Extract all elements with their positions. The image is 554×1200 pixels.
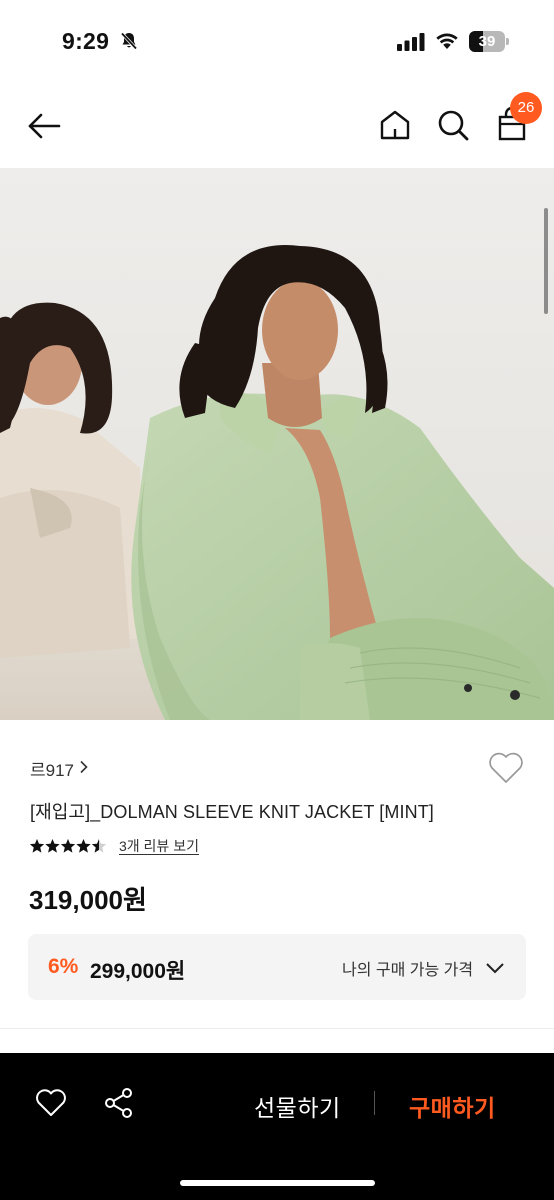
cart-count-badge: 26 bbox=[510, 92, 542, 124]
chevron-down-icon bbox=[486, 963, 504, 974]
status-bar: 9:29 39 bbox=[0, 0, 554, 84]
product-title: [재입고]_DOLMAN SLEEVE KNIT JACKET [MINT] bbox=[30, 802, 434, 822]
product-photo bbox=[0, 168, 554, 720]
heart-icon[interactable] bbox=[35, 1089, 67, 1122]
battery-percent: 39 bbox=[478, 33, 496, 50]
button-separator bbox=[374, 1091, 375, 1115]
brand-link[interactable]: 르917 bbox=[30, 756, 89, 781]
search-icon[interactable] bbox=[436, 108, 470, 147]
top-navigation: 26 bbox=[0, 84, 554, 168]
signal-icon bbox=[397, 33, 425, 56]
status-time: 9:29 bbox=[62, 28, 110, 54]
brand-name: 르917 bbox=[30, 761, 75, 780]
rating-star-filled bbox=[29, 839, 45, 853]
back-arrow-icon[interactable] bbox=[26, 108, 62, 149]
home-icon[interactable] bbox=[378, 108, 412, 147]
wishlist-heart-icon[interactable] bbox=[488, 752, 524, 789]
gift-button[interactable]: 선물하기 bbox=[254, 1089, 341, 1123]
discount-rate: 6% bbox=[48, 955, 79, 978]
my-price-label: 나의 구매 가능 가격 bbox=[342, 962, 474, 979]
chevron-right-icon bbox=[79, 759, 89, 779]
battery-icon: 39 bbox=[469, 31, 509, 52]
wifi-icon bbox=[435, 31, 459, 56]
rating-star-filled bbox=[76, 839, 91, 853]
product-image[interactable] bbox=[0, 168, 554, 720]
home-indicator bbox=[180, 1180, 375, 1186]
my-price-toggle[interactable]: 나의 구매 가능 가격 bbox=[342, 956, 505, 980]
product-price: 319,000원 bbox=[29, 880, 147, 917]
rating-stars bbox=[29, 839, 107, 853]
rating-row: 3개 리뷰 보기 bbox=[29, 836, 199, 856]
price-value: 319,000 bbox=[29, 885, 123, 915]
review-link[interactable]: 3개 리뷰 보기 bbox=[119, 836, 199, 856]
share-icon[interactable] bbox=[103, 1087, 135, 1124]
rating-star-filled bbox=[60, 839, 76, 853]
buy-button[interactable]: 구매하기 bbox=[409, 1089, 496, 1123]
discount-price: 299,000원 bbox=[90, 960, 186, 983]
product-info: 르917 [재입고]_DOLMAN SLEEVE KNIT JACKET [MI… bbox=[0, 720, 554, 1030]
section-divider bbox=[0, 1028, 554, 1029]
image-scroll-indicator bbox=[544, 208, 548, 314]
discount-box[interactable]: 6% 299,000원 나의 구매 가능 가격 bbox=[28, 934, 526, 1000]
bottom-action-bar: 선물하기 구매하기 bbox=[0, 1053, 554, 1200]
bell-slash-icon bbox=[119, 31, 139, 56]
price-unit: 원 bbox=[122, 885, 147, 915]
rating-star-filled bbox=[45, 839, 60, 853]
